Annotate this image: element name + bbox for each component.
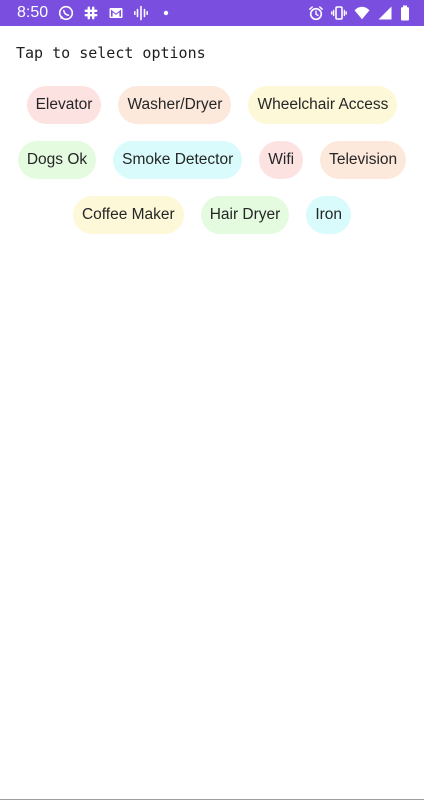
- chip-television[interactable]: Television: [320, 141, 407, 179]
- vibrate-icon: [331, 5, 347, 21]
- notification-dot-icon: [158, 5, 174, 21]
- status-bar: 8:50: [0, 0, 424, 26]
- cell-signal-icon: [377, 5, 393, 21]
- chip-wheelchair-access[interactable]: Wheelchair Access: [248, 86, 398, 124]
- chip-row: Coffee Maker Hair Dryer Iron: [0, 196, 424, 234]
- gmail-icon: [108, 5, 124, 21]
- chip-dogs-ok[interactable]: Dogs Ok: [17, 141, 97, 179]
- battery-icon: [400, 5, 410, 21]
- wifi-icon: [354, 5, 370, 21]
- chip-row: Elevator Washer/Dryer Wheelchair Access: [0, 86, 424, 124]
- chip-wifi[interactable]: Wifi: [259, 141, 304, 179]
- whatsapp-icon: [58, 5, 74, 21]
- chip-hair-dryer[interactable]: Hair Dryer: [200, 196, 290, 234]
- status-right-icons: [308, 3, 410, 23]
- chip-washer-dryer[interactable]: Washer/Dryer: [118, 86, 232, 124]
- select-options-prompt: Tap to select options: [16, 44, 206, 62]
- alarm-icon: [308, 5, 324, 21]
- podcast-icon: [133, 5, 149, 21]
- chip-iron[interactable]: Iron: [306, 196, 352, 234]
- slack-icon: [83, 5, 99, 21]
- status-left-icons: [58, 3, 174, 23]
- chip-row: Dogs Ok Smoke Detector Wifi Television: [0, 141, 424, 179]
- chip-elevator[interactable]: Elevator: [26, 86, 102, 124]
- status-time: 8:50: [17, 4, 49, 21]
- chip-smoke-detector[interactable]: Smoke Detector: [113, 141, 243, 179]
- chip-coffee-maker[interactable]: Coffee Maker: [72, 196, 184, 234]
